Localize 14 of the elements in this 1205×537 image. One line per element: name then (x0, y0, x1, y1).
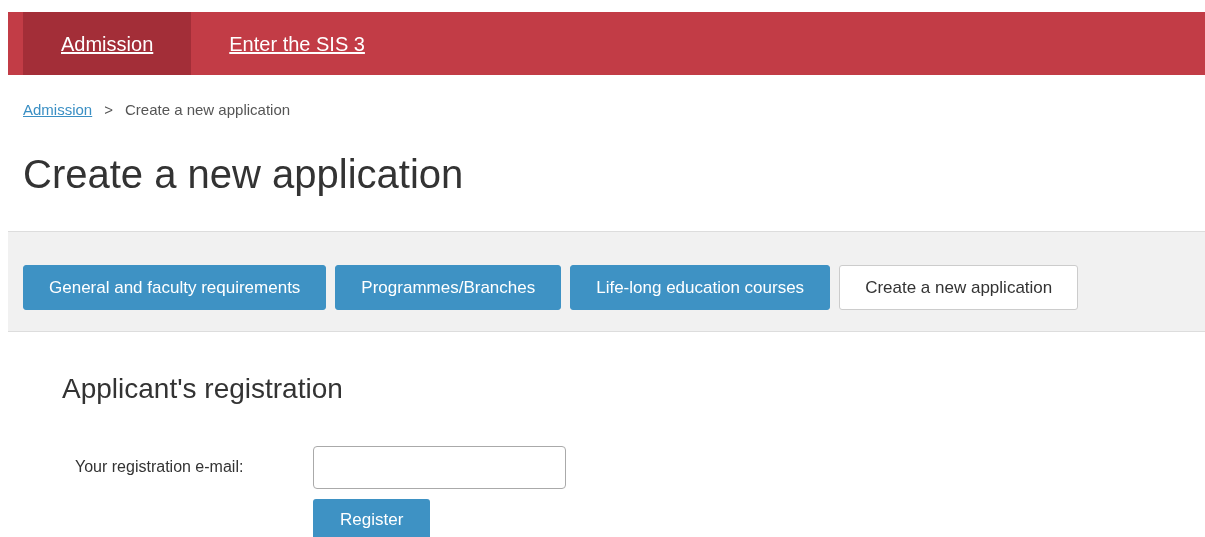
tab[interactable]: Life-long education courses (570, 264, 831, 310)
email-label: Your registration e-mail: (74, 457, 245, 478)
breadcrumb-current: Create a new application (124, 100, 291, 120)
page-title: Create a new application (23, 150, 465, 198)
tab[interactable]: Create a new application (839, 264, 1079, 310)
email-field[interactable] (313, 445, 566, 489)
breadcrumb-link[interactable]: Admission (23, 99, 93, 122)
tab[interactable]: General and faculty requirements (23, 264, 327, 310)
nav-link[interactable]: Admission (23, 12, 192, 75)
breadcrumb-separator: > (104, 100, 113, 120)
nav-link[interactable]: Enter the SIS 3 (191, 12, 403, 75)
section-title: Applicant's registration (62, 372, 344, 406)
tab[interactable]: Programmes/Branches (335, 264, 562, 310)
register-button[interactable]: Register (313, 498, 431, 537)
